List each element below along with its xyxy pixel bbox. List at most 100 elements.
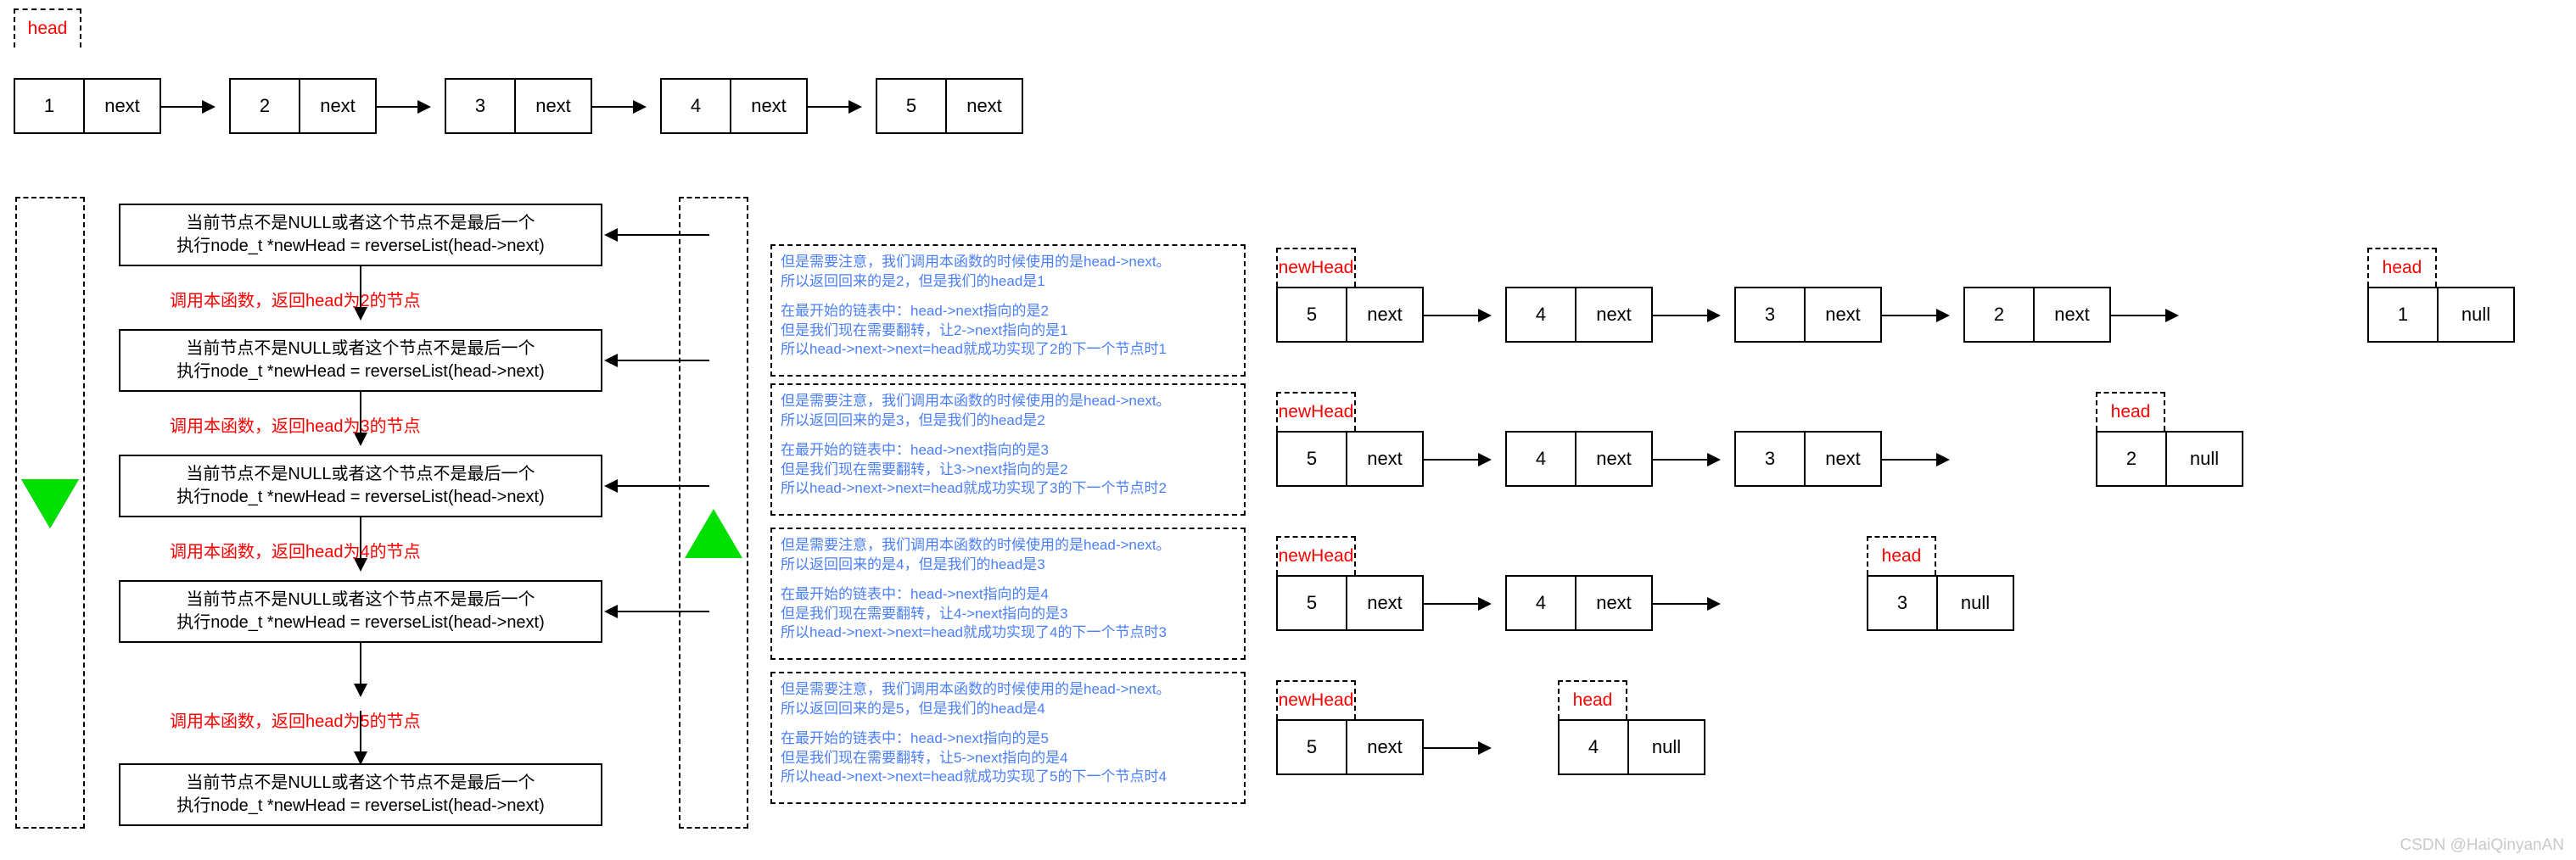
pointer-label: newHead (1278, 258, 1354, 277)
head-pointer-tag: head (2096, 392, 2165, 431)
note-line: 但是我们现在需要翻转，让2->next指向的是1 (781, 321, 1068, 338)
note-line: 在最开始的链表中：head->next指向的是3 (781, 442, 1049, 459)
node-value: 1 (43, 95, 55, 116)
list-node: 3 next (1734, 287, 1882, 343)
step-line-1: 当前节点不是NULL或者这个节点不是最后一个 (186, 590, 535, 609)
node-next: next (1575, 288, 1651, 341)
newhead-pointer-tag: newHead (1276, 392, 1356, 431)
list-node: 4 next (1505, 575, 1653, 631)
list-arrow (1653, 453, 1721, 466)
newhead-pointer-tag: newHead (1276, 536, 1356, 575)
newhead-pointer-tag: newHead (1276, 680, 1356, 719)
node-next: next (945, 80, 1022, 132)
node-next: null (1627, 721, 1704, 773)
explanation-note: 但是需要注意，我们调用本函数的时候使用的是head->next。 所以返回回来的… (770, 528, 1246, 660)
recursion-down-arrow (354, 711, 367, 765)
node-next: next (2033, 288, 2109, 341)
note-line: 但是我们现在需要翻转，让3->next指向的是2 (781, 461, 1068, 477)
list-arrow (1882, 453, 1950, 466)
node-next: null (2437, 288, 2513, 341)
list-node: 4 null (1558, 719, 1705, 775)
node-value: 2 (2125, 448, 2137, 469)
node-value: 5 (1306, 304, 1318, 325)
explanation-note: 但是需要注意，我们调用本函数的时候使用的是head->next。 所以返回回来的… (770, 244, 1246, 377)
recursion-step-box: 当前节点不是NULL或者这个节点不是最后一个 执行node_t *newHead… (119, 580, 602, 643)
node-value: 3 (1764, 304, 1776, 325)
list-node: 5 next (876, 78, 1023, 134)
list-arrow (1653, 309, 1721, 322)
list-node: 5 next (1276, 719, 1424, 775)
explanation-note: 但是需要注意，我们调用本函数的时候使用的是head->next。 所以返回回来的… (770, 383, 1246, 516)
pointer-label: head (1881, 546, 1922, 566)
step-line-2: 执行node_t *newHead = reverseList(head->ne… (176, 613, 545, 632)
note-line: 所以返回回来的是4，但是我们的head是3 (781, 556, 1045, 572)
list-arrow (161, 100, 216, 114)
list-arrow (592, 100, 647, 114)
recursion-step-box: 当前节点不是NULL或者这个节点不是最后一个 执行node_t *newHead… (119, 763, 602, 826)
top-list-head-pointer-tag: head (14, 8, 81, 47)
node-next: next (1804, 288, 1880, 341)
pointer-label: newHead (1278, 402, 1354, 422)
recursion-step-box: 当前节点不是NULL或者这个节点不是最后一个 执行node_t *newHead… (119, 204, 602, 266)
node-value: 3 (474, 95, 486, 116)
node-next: next (1575, 577, 1651, 629)
recursion-return-arrow (604, 228, 709, 242)
list-node: 4 next (1505, 431, 1653, 487)
list-node: 5 next (1276, 431, 1424, 487)
node-next: next (1804, 433, 1880, 485)
node-value: 4 (690, 95, 702, 116)
list-arrow (2111, 309, 2179, 322)
list-arrow (1424, 309, 1492, 322)
node-next: null (1936, 577, 2013, 629)
node-value: 2 (259, 95, 271, 116)
head-pointer-tag: head (1867, 536, 1936, 575)
list-node: 4 next (660, 78, 808, 134)
note-line: 在最开始的链表中：head->next指向的是5 (781, 730, 1049, 747)
list-node: 3 next (1734, 431, 1882, 487)
step-line-1: 当前节点不是NULL或者这个节点不是最后一个 (186, 339, 535, 358)
list-node: 3 null (1867, 575, 2014, 631)
list-node: 1 next (14, 78, 161, 134)
recursion-return-arrow (604, 354, 709, 367)
note-line: 所以head->next->next=head就成功实现了2的下一个节点时1 (781, 341, 1167, 358)
pointer-label: head (1572, 690, 1613, 710)
node-next: next (1346, 721, 1422, 773)
note-line: 在最开始的链表中：head->next指向的是4 (781, 586, 1049, 603)
node-next: next (1346, 433, 1422, 485)
node-value: 2 (1993, 304, 2005, 325)
node-next: next (730, 80, 806, 132)
step-line-1: 当前节点不是NULL或者这个节点不是最后一个 (186, 773, 535, 792)
recursion-transition-label: 调用本函数，返回head为3的节点 (170, 417, 421, 436)
pointer-label: head (2382, 258, 2422, 277)
pointer-label: newHead (1278, 690, 1354, 710)
step-line-1: 当前节点不是NULL或者这个节点不是最后一个 (186, 465, 535, 483)
note-line: 但是需要注意，我们调用本函数的时候使用的是head->next。 (781, 537, 1171, 553)
pointer-label: head (2110, 402, 2151, 422)
node-value: 3 (1764, 448, 1776, 469)
recursion-transition-label: 调用本函数，返回head为4的节点 (170, 543, 421, 561)
node-next: null (2165, 433, 2242, 485)
node-value: 1 (2397, 304, 2409, 325)
recursion-down-arrow (354, 643, 367, 697)
recursion-transition-label: 调用本函数，返回head为5的节点 (170, 712, 421, 731)
node-value: 4 (1535, 448, 1547, 469)
node-value: 4 (1535, 592, 1547, 613)
recursion-return-arrow (604, 479, 709, 493)
note-line: 所以返回回来的是5，但是我们的head是4 (781, 700, 1045, 717)
step-line-2: 执行node_t *newHead = reverseList(head->ne… (176, 796, 545, 815)
recursion-step-box: 当前节点不是NULL或者这个节点不是最后一个 执行node_t *newHead… (119, 455, 602, 517)
recursion-return-arrow (604, 605, 709, 618)
list-node: 2 null (2096, 431, 2243, 487)
node-next: next (1346, 288, 1422, 341)
list-arrow (1424, 597, 1492, 611)
triangle-up-icon (685, 509, 742, 558)
note-line: 所以返回回来的是2，但是我们的head是1 (781, 272, 1045, 289)
list-arrow (377, 100, 431, 114)
list-node: 5 next (1276, 287, 1424, 343)
list-arrow (1882, 309, 1950, 322)
recursion-step-box: 当前节点不是NULL或者这个节点不是最后一个 执行node_t *newHead… (119, 329, 602, 392)
list-node: 2 next (229, 78, 377, 134)
list-node: 2 next (1963, 287, 2111, 343)
note-line: 所以head->next->next=head就成功实现了3的下一个节点时2 (781, 480, 1167, 497)
list-node: 3 next (445, 78, 592, 134)
